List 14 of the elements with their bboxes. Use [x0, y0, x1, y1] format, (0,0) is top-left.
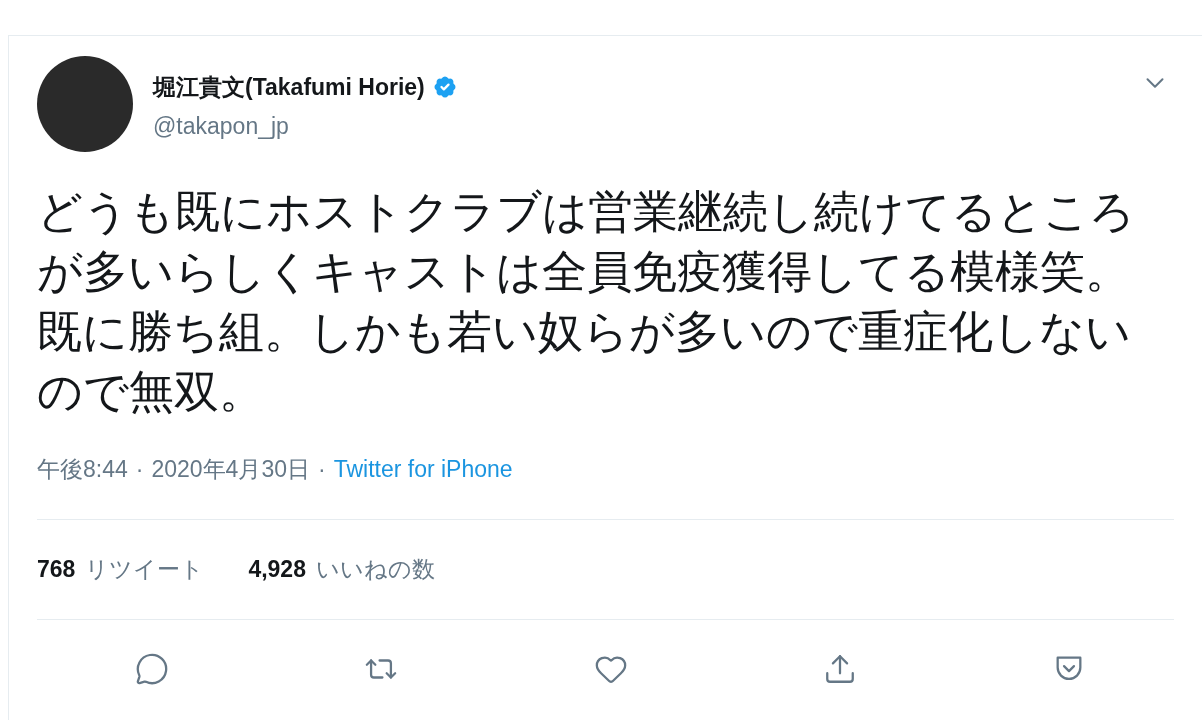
stat-label[interactable]: いいねの数 — [315, 551, 435, 587]
author-handle[interactable]: @takapon_jp — [153, 108, 459, 143]
source-link[interactable]: Twitter for iPhone — [333, 452, 513, 487]
tweet-date[interactable]: 2020年4月30日 — [151, 452, 310, 487]
stat-count[interactable]: 768 — [37, 551, 76, 587]
reply-button[interactable] — [135, 651, 169, 686]
author-name[interactable]: 堀江貴文(Takafumi Horie) — [153, 70, 425, 105]
separator: · — [318, 455, 326, 484]
tweet-time[interactable]: 午後8:44 — [37, 452, 128, 487]
stat-count[interactable]: 4,928 — [248, 551, 306, 587]
stat-label[interactable]: リツイート — [85, 551, 205, 587]
separator: · — [135, 455, 144, 484]
speech-bubble-icon — [135, 651, 169, 686]
tweet-text: どうも既にホストクラブは営業継続し続けてるところが多いらしくキャストは全員免疫獲得してる模様笑。既に勝ち組。しかも若い奴らが多いので重症化しないので無双。 — [37, 186, 1136, 418]
